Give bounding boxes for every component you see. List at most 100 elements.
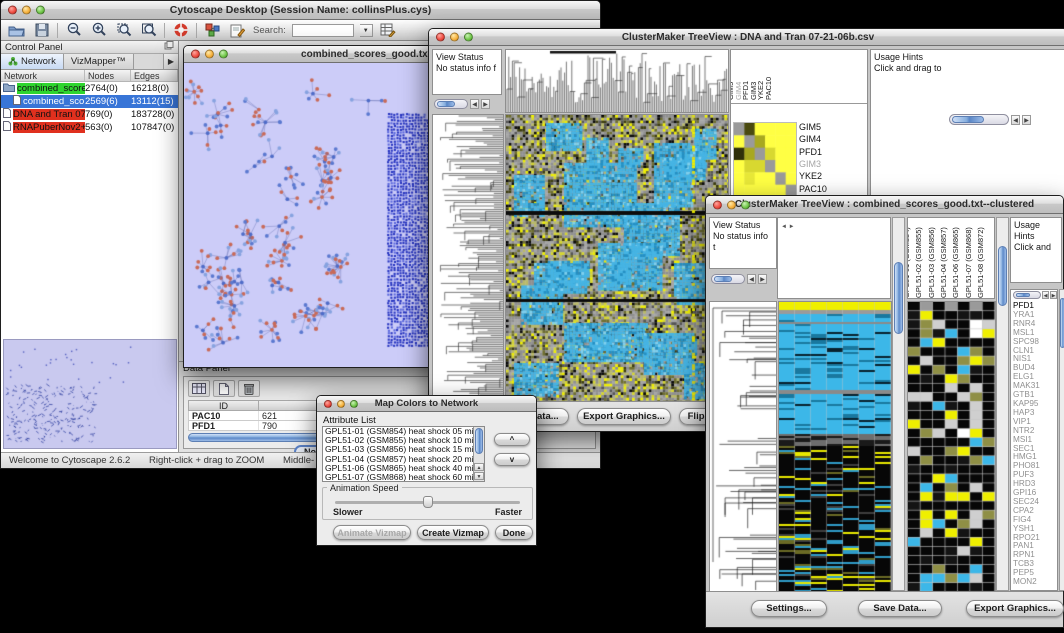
close-button[interactable] [436, 33, 445, 42]
col-header-network[interactable]: Network [1, 70, 85, 81]
spinner-right-icon[interactable]: ▶ [1022, 115, 1031, 125]
done-button[interactable]: Done [495, 525, 533, 540]
spinner-left-icon[interactable]: ◀ [470, 99, 479, 109]
selected-cluster-heatmap-canvas[interactable] [733, 122, 797, 198]
minimize-button[interactable] [22, 6, 31, 15]
export-graphics-button[interactable]: Export Graphics... [577, 408, 671, 425]
scrollbar-thumb[interactable] [475, 428, 483, 454]
scrollbar-thumb[interactable] [894, 262, 903, 334]
attr-col-id[interactable]: ID [189, 401, 259, 410]
main-vscrollbar[interactable] [892, 217, 905, 591]
network-table-row[interactable]: DNA and Tran 07769(0)183728(0) [1, 108, 178, 121]
heatmap-canvas[interactable] [505, 114, 729, 404]
zoom-pill[interactable] [1013, 291, 1041, 299]
col-header-edges[interactable]: Edges [131, 70, 178, 81]
zoom-fit-icon[interactable] [139, 22, 158, 39]
import-table-icon[interactable] [379, 22, 398, 39]
treeview-dna-title-bar[interactable]: ClusterMaker TreeView : DNA and Tran 07-… [429, 29, 1064, 46]
tab-network[interactable]: Network [1, 54, 64, 69]
row-dendrogram-canvas[interactable] [709, 301, 777, 593]
save-data-button[interactable]: Save Data... [858, 600, 942, 617]
zoom-out-icon[interactable] [64, 22, 83, 39]
birdseye-view[interactable] [3, 339, 177, 449]
close-button[interactable] [8, 6, 17, 15]
close-button[interactable] [324, 400, 332, 408]
spinner-left-icon[interactable]: ◀ [1042, 291, 1049, 299]
gene-list[interactable]: PFD1YRA1RNR4MSL1SPC98CLN1NIS1BUD4ELG1MAK… [1011, 302, 1058, 587]
animation-speed-slider[interactable] [335, 501, 520, 504]
zoom-in-icon[interactable] [89, 22, 108, 39]
settings-button[interactable]: Settings... [751, 600, 827, 617]
column-dendrogram-canvas[interactable] [505, 49, 729, 113]
tab-vizmapper[interactable]: VizMapper™ [64, 54, 134, 69]
vizmap-shortcut-icon[interactable] [203, 22, 222, 39]
window-controls [8, 6, 45, 15]
gene-list-scrollbar[interactable] [1059, 289, 1064, 591]
selected-cluster-heatmap-canvas[interactable] [907, 301, 996, 593]
zoom-button[interactable] [464, 33, 473, 42]
network-table-row[interactable]: RNAPuberNov2+563(0)107847(0) [1, 121, 178, 134]
animate-vizmap-button: Animate Vizmap [333, 525, 411, 540]
float-panel-icon[interactable] [164, 41, 174, 53]
row-dendrogram-canvas[interactable] [432, 114, 504, 404]
gene-label[interactable]: MON2 [1013, 578, 1058, 587]
close-button[interactable] [713, 200, 722, 209]
zoom-pill[interactable] [434, 99, 468, 109]
toolbar-separator [57, 23, 58, 38]
view-status-title: View Status [436, 52, 498, 63]
scroll-down-icon[interactable]: ▼ [474, 472, 484, 480]
network-table-row[interactable]: combined_scores2764(0)16218(0) [1, 82, 178, 95]
heatmap-canvas[interactable] [778, 301, 892, 593]
spinner-right-icon[interactable]: ▶ [1050, 291, 1057, 299]
birdseye-canvas[interactable] [4, 340, 176, 448]
move-down-button[interactable]: v [494, 453, 530, 466]
network-table-row[interactable]: combined_sco2569(6)13112(15) [1, 95, 178, 108]
new-attribute-icon[interactable] [213, 380, 235, 397]
zoom-button[interactable] [741, 200, 750, 209]
minimize-button[interactable] [450, 33, 459, 42]
col-header-nodes[interactable]: Nodes [85, 70, 131, 81]
zoom-button[interactable] [350, 400, 358, 408]
slider-thumb[interactable] [423, 496, 433, 508]
treeview-combined-title-bar[interactable]: ClusterMaker TreeView : combined_scores_… [706, 196, 1063, 214]
help-lifesaver-icon[interactable] [171, 22, 190, 39]
zoom-button[interactable] [36, 6, 45, 15]
scrollbar-thumb[interactable] [998, 246, 1007, 306]
zoom-selected-icon[interactable] [114, 22, 133, 39]
spinner-left-icon[interactable]: ◀ [747, 274, 756, 284]
spinner-right-icon[interactable]: ▶ [758, 274, 767, 284]
move-up-button[interactable]: ^ [494, 433, 530, 446]
search-input[interactable] [292, 24, 354, 37]
tab-vizmapper-label: VizMapper™ [71, 56, 126, 67]
selected-vscrollbar[interactable] [996, 217, 1009, 591]
search-dropdown-arrow-icon[interactable]: ▼ [360, 24, 373, 37]
delete-attribute-trash-icon[interactable] [238, 380, 260, 397]
spinner-left-icon[interactable]: ◀ [1011, 115, 1020, 125]
spinner-right-icon[interactable]: ▶ [481, 99, 490, 109]
annotation-icon[interactable] [228, 22, 247, 39]
tab-overflow-arrow[interactable]: ▶ [163, 54, 178, 69]
attribute-list-scrollbar[interactable]: ▲ ▼ [473, 427, 484, 481]
zoom-pill[interactable] [711, 274, 745, 284]
export-graphics-button[interactable]: Export Graphics... [966, 600, 1064, 617]
minimize-button[interactable] [337, 400, 345, 408]
create-vizmap-button[interactable]: Create Vizmap [417, 525, 489, 540]
open-folder-icon[interactable] [7, 22, 26, 39]
attribute-select-icon[interactable] [188, 380, 210, 397]
scroll-up-icon[interactable]: ▲ [474, 463, 484, 471]
minimize-button[interactable] [727, 200, 736, 209]
dialog-title-bar[interactable]: Map Colors to Network [317, 396, 536, 412]
animation-speed-label: Animation Speed [327, 483, 402, 493]
attribute-list[interactable]: GPL51-01 (GSM854) heat shock 05 minGPL51… [322, 426, 485, 482]
minimize-button[interactable] [205, 50, 214, 59]
network-nodes: 769(0) [85, 109, 131, 120]
attribute-item[interactable]: GPL51-07 (GSM868) heat shock 60 min [323, 473, 473, 482]
scrollbar-thumb[interactable] [1060, 298, 1064, 348]
save-disk-icon[interactable] [32, 22, 51, 39]
close-button[interactable] [191, 50, 200, 59]
zoom-button[interactable] [219, 50, 228, 59]
main-title-bar[interactable]: Cytoscape Desktop (Session Name: collins… [1, 1, 600, 20]
zoom-pill[interactable] [949, 114, 1009, 125]
network-name-cell: DNA and Tran 07 [1, 108, 85, 121]
usage-hints-panel: Usage Hints Click and [1010, 217, 1062, 283]
